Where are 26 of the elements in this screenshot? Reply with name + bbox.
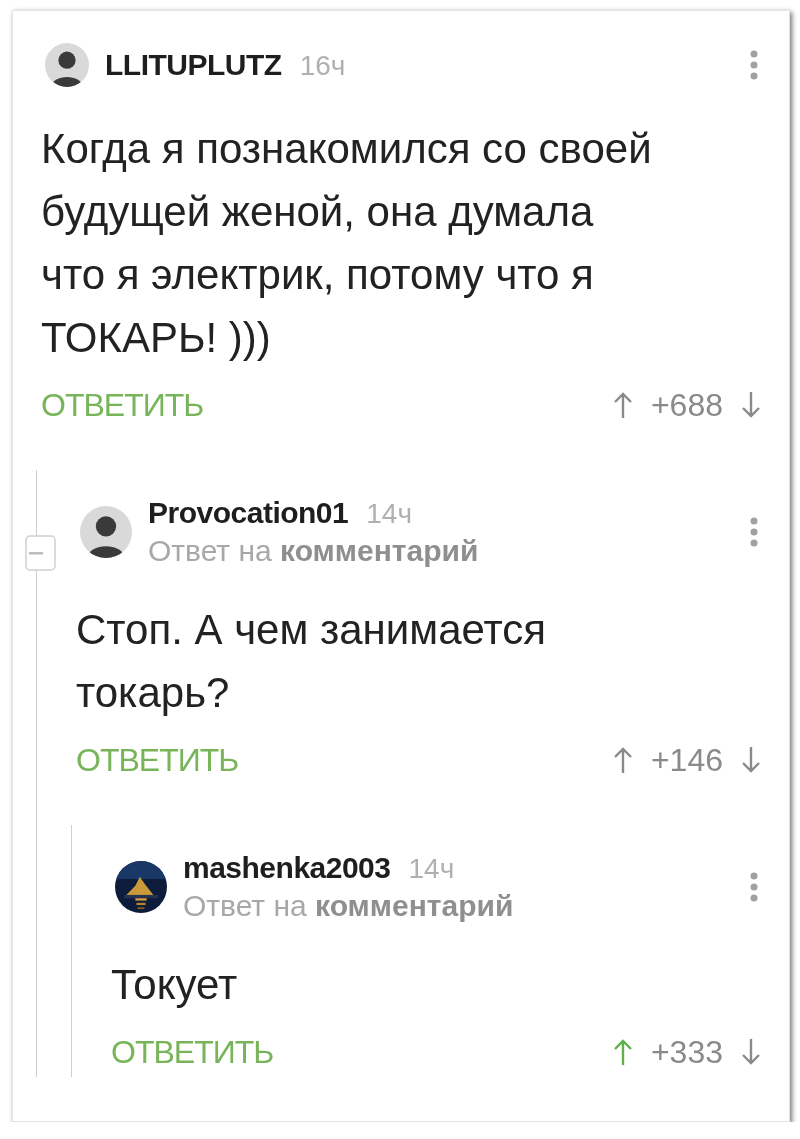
score: +146 [650,741,723,779]
author-name[interactable]: Provocation01 [148,496,349,530]
comment-time: 14ч [408,853,455,885]
more-menu-icon[interactable] [749,50,759,80]
comment-time: 14ч [366,498,412,530]
author-name[interactable]: mashenka2003 [183,851,391,885]
more-menu-icon[interactable] [749,872,759,902]
reply-to-text: Ответ на комментарий [148,534,480,568]
downvote-icon[interactable] [741,746,761,774]
comment-text: Токует [111,960,239,1010]
collapse-thread-icon[interactable] [25,535,56,571]
avatar[interactable] [80,506,132,558]
comment-time: 16ч [299,50,346,82]
reply-to-text: Ответ на комментарий [183,889,515,923]
comment-text: Когда я познакомился со своей будущей женой, она думала что я электрик, потому что я ТОКАРЬ! ))) [41,124,653,363]
comment-text: Стоп. А чем занимается токарь? [76,605,547,718]
upvote-icon[interactable] [612,746,633,774]
downvote-icon[interactable] [741,391,761,419]
score: +333 [650,1033,723,1071]
author-name[interactable]: LLITUPLUTZ [105,48,282,82]
upvote-icon[interactable] [612,391,633,419]
upvote-icon[interactable] [612,1038,633,1066]
downvote-icon[interactable] [741,1038,761,1066]
avatar[interactable] [45,43,89,87]
score: +688 [650,386,723,424]
more-menu-icon[interactable] [749,517,759,547]
